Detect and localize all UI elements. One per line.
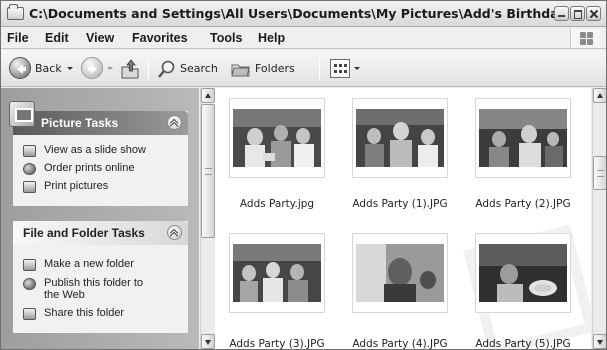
windows-logo-icon	[570, 29, 600, 48]
thumbnail-item[interactable]	[475, 98, 571, 178]
up-folder-icon[interactable]	[119, 58, 141, 80]
thumbnail-item[interactable]	[352, 233, 448, 313]
back-dropdown-icon[interactable]	[67, 67, 73, 70]
file-name[interactable]: Adds Party (4).JPG	[340, 338, 460, 349]
publish-web-icon	[23, 278, 36, 290]
task-publish-web-line2[interactable]: the Web	[44, 289, 85, 301]
menu-favorites[interactable]: Favorites	[132, 31, 188, 45]
photo-thumbnail	[356, 244, 444, 302]
picture-tasks-title: Picture Tasks	[41, 116, 119, 130]
printer-icon	[23, 181, 36, 193]
back-arrow-icon[interactable]	[9, 57, 31, 79]
task-print-pictures-label[interactable]: Print pictures	[44, 180, 108, 192]
order-prints-icon	[23, 163, 36, 175]
folders-icon[interactable]	[230, 60, 252, 78]
photo-thumbnail	[479, 244, 567, 302]
task-publish-web-line1[interactable]: Publish this folder to	[44, 277, 143, 289]
toolbar-separator	[319, 57, 320, 81]
file-name[interactable]: Adds Party (3).JPG	[217, 338, 337, 349]
scroll-down-button[interactable]	[593, 334, 606, 349]
chevron-up-icon[interactable]	[167, 225, 182, 240]
menu-view[interactable]: View	[86, 31, 114, 45]
views-dropdown-icon[interactable]	[354, 67, 360, 70]
file-folder-tasks-title: File and Folder Tasks	[23, 226, 145, 240]
views-icon[interactable]	[330, 59, 350, 78]
task-pane: Picture Tasks View as a slide show Order…	[1, 88, 199, 349]
menu-bar: File Edit View Favorites Tools Help	[1, 28, 606, 49]
menu-help[interactable]: Help	[258, 31, 285, 45]
thumbnail-scrollbar[interactable]	[592, 88, 606, 349]
forward-dropdown-icon[interactable]	[107, 67, 113, 70]
scroll-thumb[interactable]	[593, 156, 606, 190]
file-name[interactable]: Adds Party (2).JPG	[463, 198, 583, 210]
thumbnail-view: Adds Party.jpg Adds Party (1).JPG Adds P…	[215, 88, 591, 349]
scroll-down-button[interactable]	[201, 334, 215, 349]
slideshow-icon	[23, 145, 36, 157]
scroll-up-button[interactable]	[201, 88, 215, 103]
search-icon[interactable]	[157, 59, 177, 79]
explorer-window: C:\Documents and Settings\All Users\Docu…	[0, 0, 607, 350]
toolbar-separator	[148, 57, 149, 81]
forward-arrow-icon[interactable]	[81, 57, 103, 79]
file-name[interactable]: Adds Party.jpg	[217, 198, 337, 210]
thumbnail-item[interactable]	[229, 233, 325, 313]
folders-button-label[interactable]: Folders	[255, 62, 295, 75]
folder-icon	[7, 4, 24, 20]
task-publish-web-label[interactable]: Publish this folder to the Web	[44, 277, 143, 301]
thumbnail-item[interactable]	[475, 233, 571, 313]
minimize-button[interactable]	[554, 6, 569, 21]
scroll-up-button[interactable]	[593, 88, 606, 103]
task-share-folder-label[interactable]: Share this folder	[44, 307, 124, 319]
search-button-label[interactable]: Search	[180, 62, 218, 75]
file-folder-tasks-header[interactable]: File and Folder Tasks	[13, 221, 188, 245]
file-folder-tasks-panel: File and Folder Tasks Make a new folder …	[13, 221, 188, 333]
menu-edit[interactable]: Edit	[45, 31, 69, 45]
new-folder-icon	[23, 259, 36, 271]
maximize-button[interactable]	[570, 6, 585, 21]
task-order-prints-label[interactable]: Order prints online	[44, 162, 135, 174]
share-folder-icon	[23, 308, 36, 320]
picture-tasks-panel: Picture Tasks View as a slide show Order…	[9, 101, 188, 206]
title-bar: C:\Documents and Settings\All Users\Docu…	[1, 1, 606, 27]
photo-thumbnail	[479, 109, 567, 167]
photo-thumbnail	[233, 109, 321, 167]
menu-file[interactable]: File	[7, 31, 29, 45]
task-pane-scrollbar[interactable]	[200, 88, 215, 349]
file-name[interactable]: Adds Party (5).JPG	[463, 338, 583, 349]
picture-tasks-icon	[9, 101, 35, 127]
picture-tasks-header[interactable]: Picture Tasks	[9, 101, 188, 135]
window-controls	[554, 6, 601, 21]
file-name[interactable]: Adds Party (1).JPG	[340, 198, 460, 210]
chevron-up-icon[interactable]	[167, 115, 182, 130]
toolbar: Back Search Folders	[1, 50, 606, 87]
thumbnail-item[interactable]	[229, 98, 325, 178]
photo-thumbnail	[233, 244, 321, 302]
close-button[interactable]	[586, 6, 601, 21]
task-slideshow-label[interactable]: View as a slide show	[44, 144, 146, 156]
photo-thumbnail	[356, 109, 444, 167]
menu-tools[interactable]: Tools	[210, 31, 242, 45]
task-new-folder-label[interactable]: Make a new folder	[44, 258, 134, 270]
thumbnail-item[interactable]	[352, 98, 448, 178]
window-title: C:\Documents and Settings\All Users\Docu…	[29, 6, 567, 21]
scroll-thumb[interactable]	[201, 104, 215, 238]
back-button-label[interactable]: Back	[35, 62, 62, 75]
